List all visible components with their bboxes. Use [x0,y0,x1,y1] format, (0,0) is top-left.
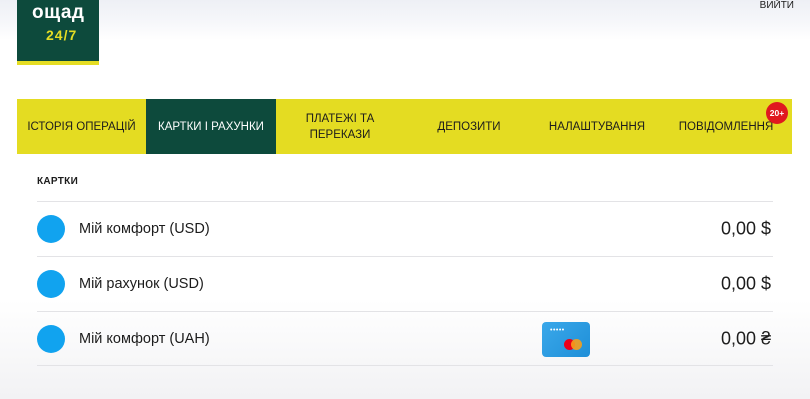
tab-label: ПОВІДОМЛЕННЯ [678,120,774,133]
notifications-badge: 20+ [766,102,788,124]
logo-subtitle: 24/7 [46,27,78,43]
account-row[interactable]: Мій рахунок (USD) 0,00 $ [37,256,773,311]
tab-notifications[interactable]: ПОВІДОМЛЕННЯ 20+ [660,99,792,154]
tab-cards-accounts[interactable]: КАРТКИ І РАХУНКИ [146,99,276,154]
tab-operations-history[interactable]: ІСТОРІЯ ОПЕРАЦІЙ [17,99,146,154]
account-balance: 0,00 ₴ [720,328,771,348]
tab-deposits[interactable]: ДЕПОЗИТИ [404,99,534,154]
tab-label: ІСТОРІЯ ОПЕРАЦІЙ [27,120,136,133]
logout-link[interactable]: ВИЙТИ [760,0,794,11]
tab-payments-transfers[interactable]: ПЛАТЕЖІ ТА ПЕРЕКАЗИ [276,99,404,154]
tab-settings[interactable]: НАЛАШТУВАННЯ [534,99,660,154]
account-dot-icon [37,324,65,353]
account-dot-icon [37,215,65,243]
account-name: Мій комфорт (USD) [79,221,210,237]
tab-label: КАРТКИ І РАХУНКИ [158,120,264,133]
account-row[interactable]: Мій комфорт (USD) 0,00 $ [37,201,773,256]
tab-label: ДЕПОЗИТИ [437,120,501,133]
card-number-mask: ••••• [550,327,565,334]
accounts-list: Мій комфорт (USD) 0,00 $ Мій рахунок (US… [37,201,773,366]
account-name: Мій рахунок (USD) [79,276,204,292]
mastercard-card-icon[interactable]: ••••• [542,322,590,357]
main-nav: ІСТОРІЯ ОПЕРАЦІЙ КАРТКИ І РАХУНКИ ПЛАТЕЖ… [17,99,792,154]
account-name: Мій комфорт (UAH) [79,330,210,347]
oschad-logo[interactable]: ощад 24/7 [17,0,99,65]
section-title: КАРТКИ [37,176,79,187]
tab-label: ПЛАТЕЖІ ТА ПЕРЕКАЗИ [305,112,375,141]
logo-name: ощад [32,2,85,23]
account-balance: 0,00 $ [720,273,771,294]
account-balance: 0,00 $ [720,218,771,239]
tab-label: НАЛАШТУВАННЯ [548,120,646,133]
mastercard-logo-icon [564,339,582,350]
account-row[interactable]: Мій комфорт (UAH) ••••• 0,00 ₴ [37,311,773,366]
account-dot-icon [37,270,65,298]
